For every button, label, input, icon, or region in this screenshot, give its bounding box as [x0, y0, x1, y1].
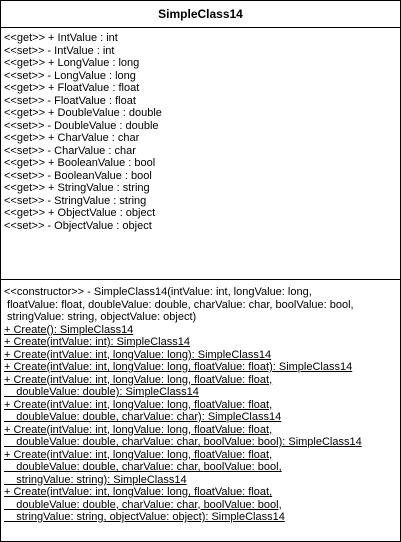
attribute-row: <<get>> + ObjectValue : object: [4, 207, 156, 219]
attribute-row: <<get>> + LongValue : long: [4, 57, 140, 69]
attribute-row: <<get>> + DoubleValue : double: [4, 107, 162, 119]
operation-line: stringValue: string): SimpleClass14: [4, 473, 187, 486]
attribute-row: <<get>> + FloatValue : float: [4, 82, 140, 94]
create-operation: + Create(intValue: int): SimpleClass14: [4, 336, 397, 349]
attribute-row: <<get>> + BooleanValue : bool: [4, 157, 156, 169]
attribute-row: <<set>> - LongValue : long: [4, 69, 136, 82]
attribute-row: <<set>> - BooleanValue : bool: [4, 169, 152, 182]
attribute-row: <<set>> - DoubleValue : double: [4, 119, 159, 132]
operation-line: + Create(intValue: int, longValue: long,…: [4, 398, 273, 411]
operation-line: doubleValue: double, charValue: char, bo…: [4, 436, 362, 448]
attribute-row: <<set>> - FloatValue : float: [4, 94, 136, 107]
attribute-row: <<get>> + IntValue : int: [4, 32, 118, 44]
attribute-row: <<set>> - ObjectValue : object: [4, 219, 152, 232]
create-operation: + Create(intValue: int, longValue: long,…: [4, 399, 397, 424]
create-operation: + Create(intValue: int, longValue: long,…: [4, 486, 397, 524]
operation-line: stringValue: string, objectValue: object…: [4, 511, 285, 523]
operation-line: doubleValue: double): SimpleClass14: [4, 386, 199, 398]
operation-line: + Create(intValue: int, longValue: long,…: [4, 373, 273, 386]
operation-line: doubleValue: double, charValue: char): S…: [4, 411, 282, 423]
operation-line: + Create(intValue: int, longValue: long,…: [4, 448, 273, 461]
operation-line: + Create(intValue: int, longValue: long,…: [4, 361, 353, 373]
constructor-operation: <<constructor>> - SimpleClass14(intValue…: [4, 286, 397, 324]
attribute-row: <<set>> - CharValue : char: [4, 144, 136, 157]
attribute-row: <<set>> - IntValue : int: [4, 44, 115, 57]
operation-line: + Create(intValue: int, longValue: long,…: [4, 423, 273, 436]
create-operation: + Create(intValue: int, longValue: long,…: [4, 449, 397, 487]
operation-line: doubleValue: double, charValue: char, bo…: [4, 461, 282, 473]
create-operation: + Create(intValue: int, longValue: long,…: [4, 424, 397, 449]
create-operation: + Create(intValue: int, longValue: long,…: [4, 374, 397, 399]
operation-line: + Create(intValue: int): SimpleClass14: [4, 336, 190, 348]
class-name: SimpleClass14: [1, 1, 400, 28]
operation-line: + Create(intValue: int, longValue: long,…: [4, 486, 273, 498]
attribute-row: <<set>> - StringValue : string: [4, 194, 147, 207]
operations-compartment: <<constructor>> - SimpleClass14(intValue…: [1, 280, 400, 524]
attribute-row: <<get>> + StringValue : string: [4, 182, 150, 194]
uml-class-box[interactable]: SimpleClass14 <<get>> + IntValue : int <<…: [0, 0, 401, 542]
attribute-row: <<get>> + CharValue : char: [4, 132, 140, 144]
operation-line: doubleValue: double, charValue: char, bo…: [4, 498, 282, 511]
operation-line: + Create(intValue: int, longValue: long)…: [4, 348, 272, 361]
operation-line: stringValue: string, objectValue: object…: [4, 311, 197, 323]
create-operation: + Create(): SimpleClass14: [4, 324, 397, 337]
create-operation: + Create(intValue: int, longValue: long,…: [4, 361, 397, 374]
attributes-compartment: <<get>> + IntValue : int <<set>> - IntVal…: [1, 28, 400, 280]
operation-line: <<constructor>> - SimpleClass14(intValue…: [4, 286, 312, 298]
operation-line: + Create(): SimpleClass14: [4, 323, 134, 336]
create-operation: + Create(intValue: int, longValue: long)…: [4, 349, 397, 362]
operation-line: floatValue: float, doubleValue: double, …: [4, 298, 354, 311]
